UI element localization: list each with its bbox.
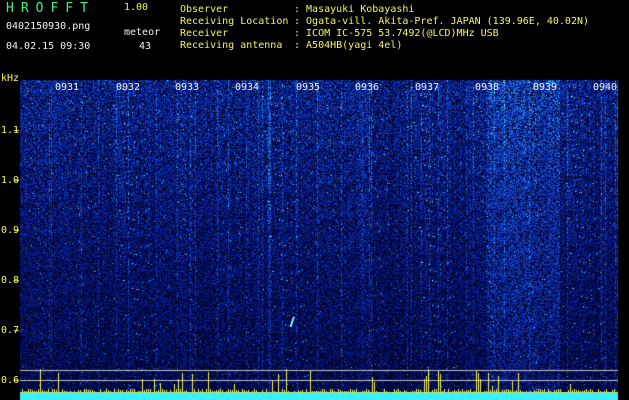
info-key: Receiving Location <box>180 16 289 27</box>
time-label: 0937 <box>415 82 440 93</box>
time-label: 0938 <box>475 82 500 93</box>
info-row-receiver: Receiver : ICOM IC-575 53.7492(@LCD)MHz … <box>180 28 589 40</box>
time-label: 0931 <box>55 82 80 93</box>
info-row-location: Receiving Location : Ogata-vill. Akita-P… <box>180 16 589 28</box>
time-label: 0936 <box>355 82 380 93</box>
meteor-count: 43 <box>139 41 152 52</box>
y-axis-unit: kHz <box>1 73 20 84</box>
app-version: 1.00 <box>124 2 149 13</box>
y-tick-label: 1.0 <box>1 175 20 186</box>
info-row-observer: Observer : Masayuki Kobayashi <box>180 4 589 16</box>
app-title: HROFFT <box>6 1 95 16</box>
time-label: 0933 <box>175 82 200 93</box>
timestamp-label: 04.02.15 09:30 <box>6 41 91 52</box>
observation-info: Observer : Masayuki Kobayashi Receiving … <box>180 4 589 52</box>
time-label: 0939 <box>533 82 558 93</box>
spectrogram-canvas <box>0 0 629 400</box>
time-label: 0932 <box>116 82 141 93</box>
info-key: Receiving antenna <box>180 40 283 51</box>
info-key: Receiver <box>180 28 229 39</box>
y-tick-label: 0.6 <box>1 375 20 386</box>
time-label: 0935 <box>296 82 321 93</box>
info-row-antenna: Receiving antenna : A504HB(yagi 4el) <box>180 40 589 52</box>
filename-label: 0402150930.png <box>6 21 91 32</box>
info-value: : Ogata-vill. Akita-Pref. JAPAN (139.96E… <box>294 16 590 27</box>
y-tick-label: 0.9 <box>1 225 20 236</box>
info-value: : A504HB(yagi 4el) <box>294 40 403 51</box>
meteor-label: meteor <box>124 27 161 38</box>
y-tick-label: 0.7 <box>1 325 20 336</box>
time-label: 0934 <box>235 82 260 93</box>
time-label: 0940 <box>593 82 618 93</box>
info-value: : ICOM IC-575 53.7492(@LCD)MHz USB <box>294 28 499 39</box>
info-value: : Masayuki Kobayashi <box>294 4 415 15</box>
info-key: Observer <box>180 4 229 15</box>
y-tick-label: 0.8 <box>1 275 20 286</box>
y-tick-label: 1.1 <box>1 125 20 136</box>
